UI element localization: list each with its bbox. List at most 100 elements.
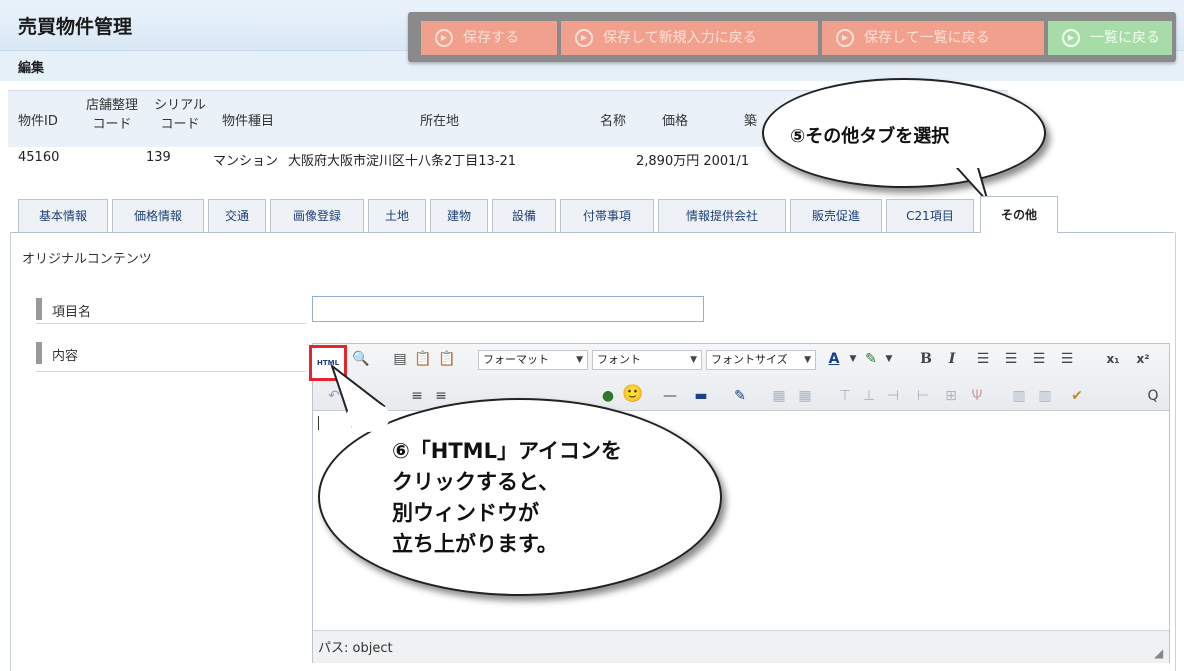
col-header-serial-line2: コード xyxy=(160,117,200,132)
page-break-icon[interactable]: ▬ xyxy=(690,388,712,404)
callout-text-line: クリックすると、 xyxy=(392,470,560,494)
table-icon[interactable]: ▦ xyxy=(770,388,788,404)
save-and-new-button-label: 保存して新規入力に戻る xyxy=(603,30,757,46)
font-select[interactable]: フォント ▼ xyxy=(592,350,702,370)
text-color-icon[interactable]: A xyxy=(826,351,842,367)
merge-cells-icon[interactable]: ⊞ xyxy=(942,388,960,404)
field-divider xyxy=(36,323,306,324)
back-to-list-button-label: 一覧に戻る xyxy=(1090,30,1160,46)
cell-serial: 139 xyxy=(146,150,171,165)
insert-column-icon[interactable]: ⊢ xyxy=(914,388,932,404)
callout-pointer-mask xyxy=(346,402,390,432)
tab-c21-items[interactable]: C21項目 xyxy=(886,199,974,232)
tab-basic-info[interactable]: 基本情報 xyxy=(18,199,108,232)
resize-grip-icon[interactable]: ◢ xyxy=(1154,646,1163,660)
tab-building[interactable]: 建物 xyxy=(430,199,488,232)
col-header-price: 価格 xyxy=(662,114,689,129)
tab-info-provider[interactable]: 情報提供会社 xyxy=(658,199,786,232)
field-marker xyxy=(36,298,42,320)
align-left-icon[interactable]: ☰ xyxy=(974,351,992,367)
remove-format-icon[interactable]: ✔ xyxy=(1068,388,1086,404)
font-size-select-value: フォントサイズ xyxy=(711,353,788,366)
callout-text-html: ⑥「HTML」アイコンを クリックすると、 別ウィンドウが 立ち上がります。 xyxy=(392,436,622,560)
save-and-back-button[interactable]: ▶ 保存して一覧に戻る xyxy=(822,21,1044,55)
back-to-list-button[interactable]: ▶ 一覧に戻る xyxy=(1048,21,1172,55)
tab-image-registration[interactable]: 画像登録 xyxy=(270,199,364,232)
format-select[interactable]: フォーマット ▼ xyxy=(478,350,588,370)
page-title: 売買物件管理 xyxy=(18,16,133,38)
field-marker xyxy=(36,342,42,364)
arrow-circle-icon: ▶ xyxy=(575,29,593,47)
cell-id: 45160 xyxy=(18,150,60,165)
tab-transport[interactable]: 交通 xyxy=(208,199,266,232)
chevron-down-icon: ▼ xyxy=(576,355,583,365)
font-select-value: フォント xyxy=(597,353,641,366)
italic-icon[interactable]: I xyxy=(944,351,960,367)
save-button-label: 保存する xyxy=(463,30,519,46)
page-subtitle: 編集 xyxy=(18,61,45,76)
arrow-circle-icon: ▶ xyxy=(1062,29,1080,47)
tab-additional-items[interactable]: 付帯事項 xyxy=(560,199,654,232)
chevron-down-icon[interactable]: ▼ xyxy=(884,351,894,367)
background-color-icon[interactable]: ✎ xyxy=(862,351,880,367)
tab-facilities[interactable]: 設備 xyxy=(492,199,556,232)
callout-text-line: 別ウィンドウが xyxy=(392,501,539,525)
save-and-back-button-label: 保存して一覧に戻る xyxy=(864,30,990,46)
item-name-label: 項目名 xyxy=(52,305,92,320)
chevron-down-icon: ▼ xyxy=(804,355,811,365)
image-icon[interactable]: ● xyxy=(600,388,616,404)
tab-land[interactable]: 土地 xyxy=(368,199,426,232)
col-header-store-code: 店舗整理 コード xyxy=(76,96,148,134)
show-blocks-icon[interactable]: ▥ xyxy=(1010,388,1028,404)
callout-pointer-mask xyxy=(948,150,982,168)
content-label: 内容 xyxy=(52,349,79,364)
arrow-circle-icon: ▶ xyxy=(836,29,854,47)
chevron-down-icon[interactable]: ▼ xyxy=(848,351,858,367)
subscript-icon[interactable]: x₁ xyxy=(1104,351,1122,367)
font-size-select[interactable]: フォントサイズ ▼ xyxy=(706,350,816,370)
callout-text-line: ⑥「HTML」アイコンを xyxy=(392,439,622,463)
delete-column-icon[interactable]: ⊣ xyxy=(884,388,902,404)
col-header-store-code-line1: 店舗整理 xyxy=(85,98,138,113)
align-justify-icon[interactable]: ☰ xyxy=(1058,351,1076,367)
tab-sales-promotion[interactable]: 販売促進 xyxy=(790,199,882,232)
tab-price-info[interactable]: 価格情報 xyxy=(112,199,204,232)
edit-icon[interactable]: ✎ xyxy=(730,388,750,404)
cell-price-built: 2,890万円 2001/1 xyxy=(636,154,750,169)
insert-row-icon[interactable]: ⊤ xyxy=(836,388,854,404)
bold-icon[interactable]: B xyxy=(918,351,934,367)
align-center-icon[interactable]: ☰ xyxy=(1002,351,1020,367)
delete-row-icon[interactable]: ⊥ xyxy=(860,388,878,404)
item-name-input[interactable] xyxy=(312,296,704,322)
col-header-id: 物件ID xyxy=(18,114,58,129)
tab-other[interactable]: その他 xyxy=(980,196,1058,233)
paste-icon[interactable]: 📋 xyxy=(414,351,432,367)
cell-location: 大阪府大阪市淀川区十八条2丁目13-21 xyxy=(288,154,517,169)
show-borders-icon[interactable]: ▥ xyxy=(1036,388,1054,404)
horizontal-rule-icon[interactable]: — xyxy=(656,388,684,404)
cell-type: マンション xyxy=(213,154,279,169)
save-button[interactable]: ▶ 保存する xyxy=(421,21,557,55)
field-divider xyxy=(36,371,306,372)
col-header-store-code-line2: コード xyxy=(92,117,132,132)
col-header-built: 築 xyxy=(744,114,758,129)
callout-text-line: 立ち上がります。 xyxy=(392,532,558,556)
smiley-icon[interactable]: 🙂 xyxy=(622,386,643,403)
paste-text-icon[interactable]: 📋 xyxy=(438,351,456,367)
col-header-name: 名称 xyxy=(600,114,627,129)
bulleted-list-icon[interactable]: ≡ xyxy=(432,388,450,404)
section-title: オリジナルコンテンツ xyxy=(22,252,152,267)
numbered-list-icon[interactable]: ≡ xyxy=(408,388,426,404)
format-select-value: フォーマット xyxy=(483,353,549,366)
table-properties-icon[interactable]: ▦ xyxy=(796,388,814,404)
split-cells-icon[interactable]: Ψ xyxy=(968,388,986,404)
chevron-down-icon: ▼ xyxy=(690,355,697,365)
save-and-new-button[interactable]: ▶ 保存して新規入力に戻る xyxy=(561,21,818,55)
superscript-icon[interactable]: x² xyxy=(1134,351,1152,367)
callout-text-tab-select: ⑤その他タブを選択 xyxy=(790,126,950,147)
help-icon[interactable]: Q xyxy=(1144,388,1162,404)
editor-status-bar xyxy=(313,630,1169,663)
col-header-location: 所在地 xyxy=(420,114,460,129)
element-path: パス: object xyxy=(318,641,393,656)
align-right-icon[interactable]: ☰ xyxy=(1030,351,1048,367)
